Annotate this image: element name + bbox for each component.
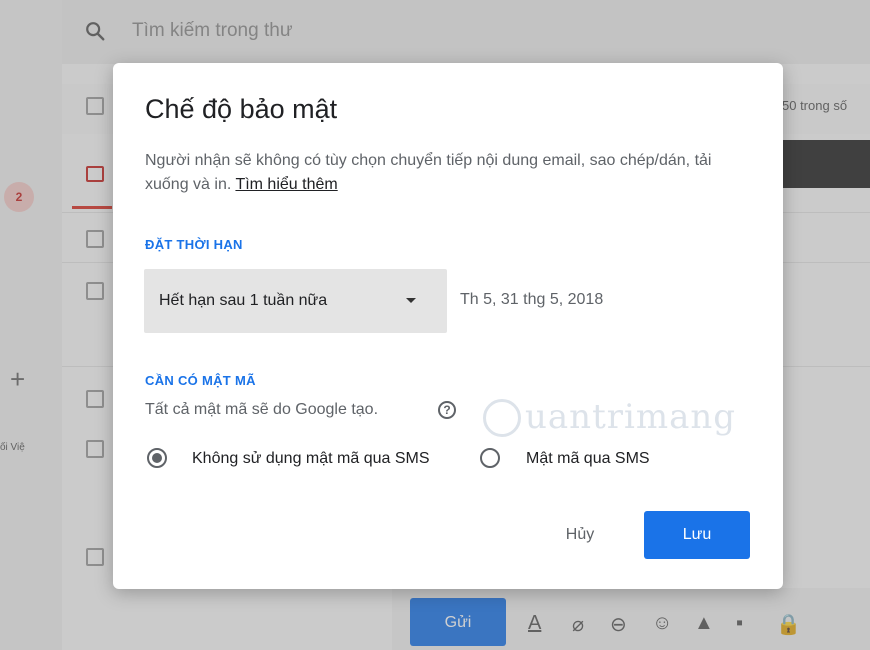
help-icon[interactable]: ?: [438, 401, 456, 419]
radio-no-sms-passcode-label[interactable]: Không sử dụng mật mã qua SMS: [192, 450, 430, 468]
confidential-mode-dialog: Chế độ bảo mật Người nhận sẽ không có tù…: [113, 63, 783, 589]
watermark-text: uantrimang: [525, 397, 737, 437]
passcode-section-label: CẦN CÓ MẬT MÃ: [145, 373, 256, 388]
dialog-description: Người nhận sẽ không có tùy chọn chuyển t…: [145, 149, 715, 197]
expiry-select[interactable]: Hết hạn sau 1 tuần nữa: [144, 269, 447, 333]
radio-no-sms-passcode[interactable]: [147, 448, 167, 468]
learn-more-link[interactable]: Tìm hiểu thêm: [235, 176, 337, 193]
cancel-button[interactable]: Hủy: [540, 511, 620, 559]
expiry-select-value: Hết hạn sau 1 tuần nữa: [159, 292, 328, 309]
radio-sms-passcode-label[interactable]: Mật mã qua SMS: [526, 450, 650, 468]
radio-sms-passcode[interactable]: [480, 448, 500, 468]
expiry-section-label: ĐẶT THỜI HẠN: [145, 237, 243, 252]
passcode-description: Tất cả mật mã sẽ do Google tạo.: [145, 401, 379, 418]
dropdown-arrow-icon: [406, 298, 416, 303]
dialog-title: Chế độ bảo mật: [145, 94, 338, 124]
watermark-logo-icon: [483, 399, 521, 437]
save-button[interactable]: Lưu: [644, 511, 750, 559]
dialog-description-text: Người nhận sẽ không có tùy chọn chuyển t…: [145, 152, 712, 193]
expiry-date: Th 5, 31 thg 5, 2018: [460, 291, 604, 308]
